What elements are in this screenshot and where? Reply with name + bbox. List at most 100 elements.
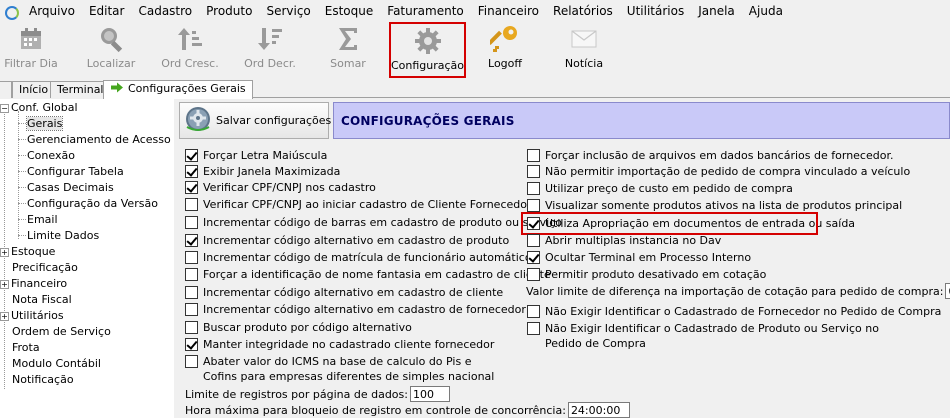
checkbox[interactable] [527,199,540,212]
checkbox[interactable] [185,165,198,178]
tree-utilitarios[interactable]: + Utilitários [0,308,64,324]
option-forcar-nome-fantasia[interactable]: Forçar a identificação de nome fantasia … [185,267,551,282]
menu-servico[interactable]: Serviço [259,0,317,22]
tree-email[interactable]: Email [27,212,58,228]
expand-icon[interactable]: + [0,312,9,321]
tree-gerais[interactable]: Gerais [25,116,64,132]
tree-configurar-tabela[interactable]: Configurar Tabela [27,164,124,180]
expand-icon[interactable]: + [0,248,9,257]
expand-icon[interactable]: + [0,280,9,289]
tree-conexao[interactable]: Conexão [27,148,75,164]
checkbox[interactable] [185,338,198,351]
tab-configuracoes-gerais[interactable]: Configurações Gerais [103,80,253,99]
checkbox[interactable] [527,322,540,335]
menu-cadastro[interactable]: Cadastro [131,0,199,22]
checkbox[interactable] [185,234,198,247]
option-forcar-maiuscula[interactable]: Forçar Letra Maiúscula [185,148,327,163]
option-multiplas-instancias[interactable]: Abrir multiplas instancia no Dav [527,233,721,248]
checkbox[interactable] [185,355,198,368]
tree-gerenciamento-acesso[interactable]: Gerenciamento de Acesso [27,132,171,148]
ord-cresc-button[interactable]: Ord Cresc. [160,22,220,78]
save-settings-button[interactable]: Salvar configurações [179,102,331,139]
checkbox[interactable] [185,198,198,211]
filtrar-dia-button[interactable]: Filtrar Dia [2,22,60,78]
option-janela-maximizada[interactable]: Exibir Janela Maximizada [185,164,340,179]
tree-limite-dados[interactable]: Limite Dados [27,228,99,244]
tree-financeiro[interactable]: + Financeiro [0,276,67,292]
option-verificar-cpf-iniciar[interactable]: Verificar CPF/CNPJ ao iniciar cadastro d… [185,197,532,212]
tree-estoque[interactable]: + Estoque [0,244,55,260]
option-preco-custo[interactable]: Utilizar preço de custo em pedido de com… [527,181,793,196]
checkbox[interactable] [527,234,540,247]
limite-registros-input[interactable] [409,386,450,402]
valor-limite-row: Valor limite de diferença na importação … [526,283,950,299]
logoff-button[interactable]: Logoff [480,22,530,78]
option-ocultar-terminal[interactable]: Ocultar Terminal em Processo Interno [527,250,751,265]
menu-relatorios[interactable]: Relatórios [546,0,620,22]
option-forcar-arquivos-bancarios[interactable]: Forçar inclusão de arquivos em dados ban… [527,148,893,163]
tree-frota[interactable]: Frota [12,340,40,356]
localizar-button[interactable]: Localizar [82,22,140,78]
section-header: CONFIGURAÇÕES GERAIS [333,102,950,139]
menu-ajuda[interactable]: Ajuda [742,0,790,22]
tab-hidden[interactable] [0,81,12,98]
valor-limite-input[interactable] [945,283,950,299]
option-incrementar-codigo-barras[interactable]: Incrementar código de barras em cadastro… [185,215,562,230]
checkbox[interactable] [527,217,540,230]
option-nao-exigir-fornecedor[interactable]: Não Exigir Identificar o Cadastrado de F… [527,304,941,319]
menu-estoque[interactable]: Estoque [318,0,381,22]
tree-ordem-servico[interactable]: Ordem de Serviço [12,324,111,340]
option-manter-integridade[interactable]: Manter integridade no cadastrado cliente… [185,337,494,352]
ord-decr-button[interactable]: Ord Decr. [240,22,300,78]
checkbox[interactable] [185,286,198,299]
menu-faturamento[interactable]: Faturamento [380,0,470,22]
collapse-icon[interactable]: − [0,104,9,113]
checkbox[interactable] [185,149,198,162]
checkbox[interactable] [527,268,540,281]
checkbox[interactable] [185,181,198,194]
option-produtos-ativos[interactable]: Visualizar somente produtos ativos na li… [527,198,902,213]
option-nao-permitir-importacao[interactable]: Não permitir importação de pedido de com… [527,164,910,179]
menu-arquivo[interactable]: Arquivo [22,0,82,22]
checkbox[interactable] [185,321,198,334]
checkbox[interactable] [527,149,540,162]
tree-casas-decimais[interactable]: Casas Decimais [27,180,114,196]
option-buscar-produto[interactable]: Buscar produto por código alternativo [185,320,412,335]
checkbox[interactable] [185,216,198,229]
menu-janela[interactable]: Janela [691,0,742,22]
option-abater-icms[interactable]: Abater valor do ICMS na base de calculo … [185,354,505,384]
option-produto-desativado[interactable]: Permitir produto desativado em cotação [527,267,766,282]
tab-inicio[interactable]: Início [12,81,56,98]
tab-terminal[interactable]: Terminal [50,81,111,98]
tree-configuracao-versao[interactable]: Configuração da Versão [27,196,158,212]
option-incrementar-matricula[interactable]: Incrementar código de matrícula de funci… [185,250,532,265]
checkbox[interactable] [185,251,198,264]
checkbox[interactable] [527,165,540,178]
calendar-icon [14,22,48,56]
app-icon[interactable] [4,4,19,20]
checkbox[interactable] [527,305,540,318]
menu-financeiro[interactable]: Financeiro [471,0,546,22]
menu-utilitarios[interactable]: Utilitários [620,0,691,22]
tree-modulo-contabil[interactable]: Modulo Contábil [12,356,101,372]
tree-notificacao[interactable]: Notificação [12,372,74,388]
menu-editar[interactable]: Editar [82,0,132,22]
checkbox[interactable] [185,268,198,281]
option-verificar-cpf[interactable]: Verificar CPF/CNPJ nos cadastro [185,180,376,195]
option-utiliza-apropriacao[interactable]: Utiliza Apropriação em documentos de ent… [527,216,855,231]
option-nao-exigir-produto[interactable]: Não Exigir Identificar o Cadastrado de P… [527,321,899,351]
checkbox[interactable] [527,182,540,195]
tree-precificacao[interactable]: Precificação [12,260,78,276]
menu-produto[interactable]: Produto [199,0,259,22]
checkbox[interactable] [527,251,540,264]
somar-button[interactable]: Somar [320,22,376,78]
tree-conf-global[interactable]: − Conf. Global [0,100,78,116]
configuracao-button[interactable]: Configuração [389,22,466,78]
tree-nota-fiscal[interactable]: Nota Fiscal [12,292,72,308]
option-incrementar-codigo-cliente[interactable]: Incrementar código alternativo em cadast… [185,285,503,300]
option-incrementar-codigo-fornecedor[interactable]: Incrementar código alternativo em cadast… [185,302,526,317]
hora-maxima-input[interactable] [567,402,630,418]
checkbox[interactable] [185,303,198,316]
noticia-button[interactable]: Notícia [558,22,610,78]
option-incrementar-codigo-produto[interactable]: Incrementar código alternativo em cadast… [185,233,509,248]
